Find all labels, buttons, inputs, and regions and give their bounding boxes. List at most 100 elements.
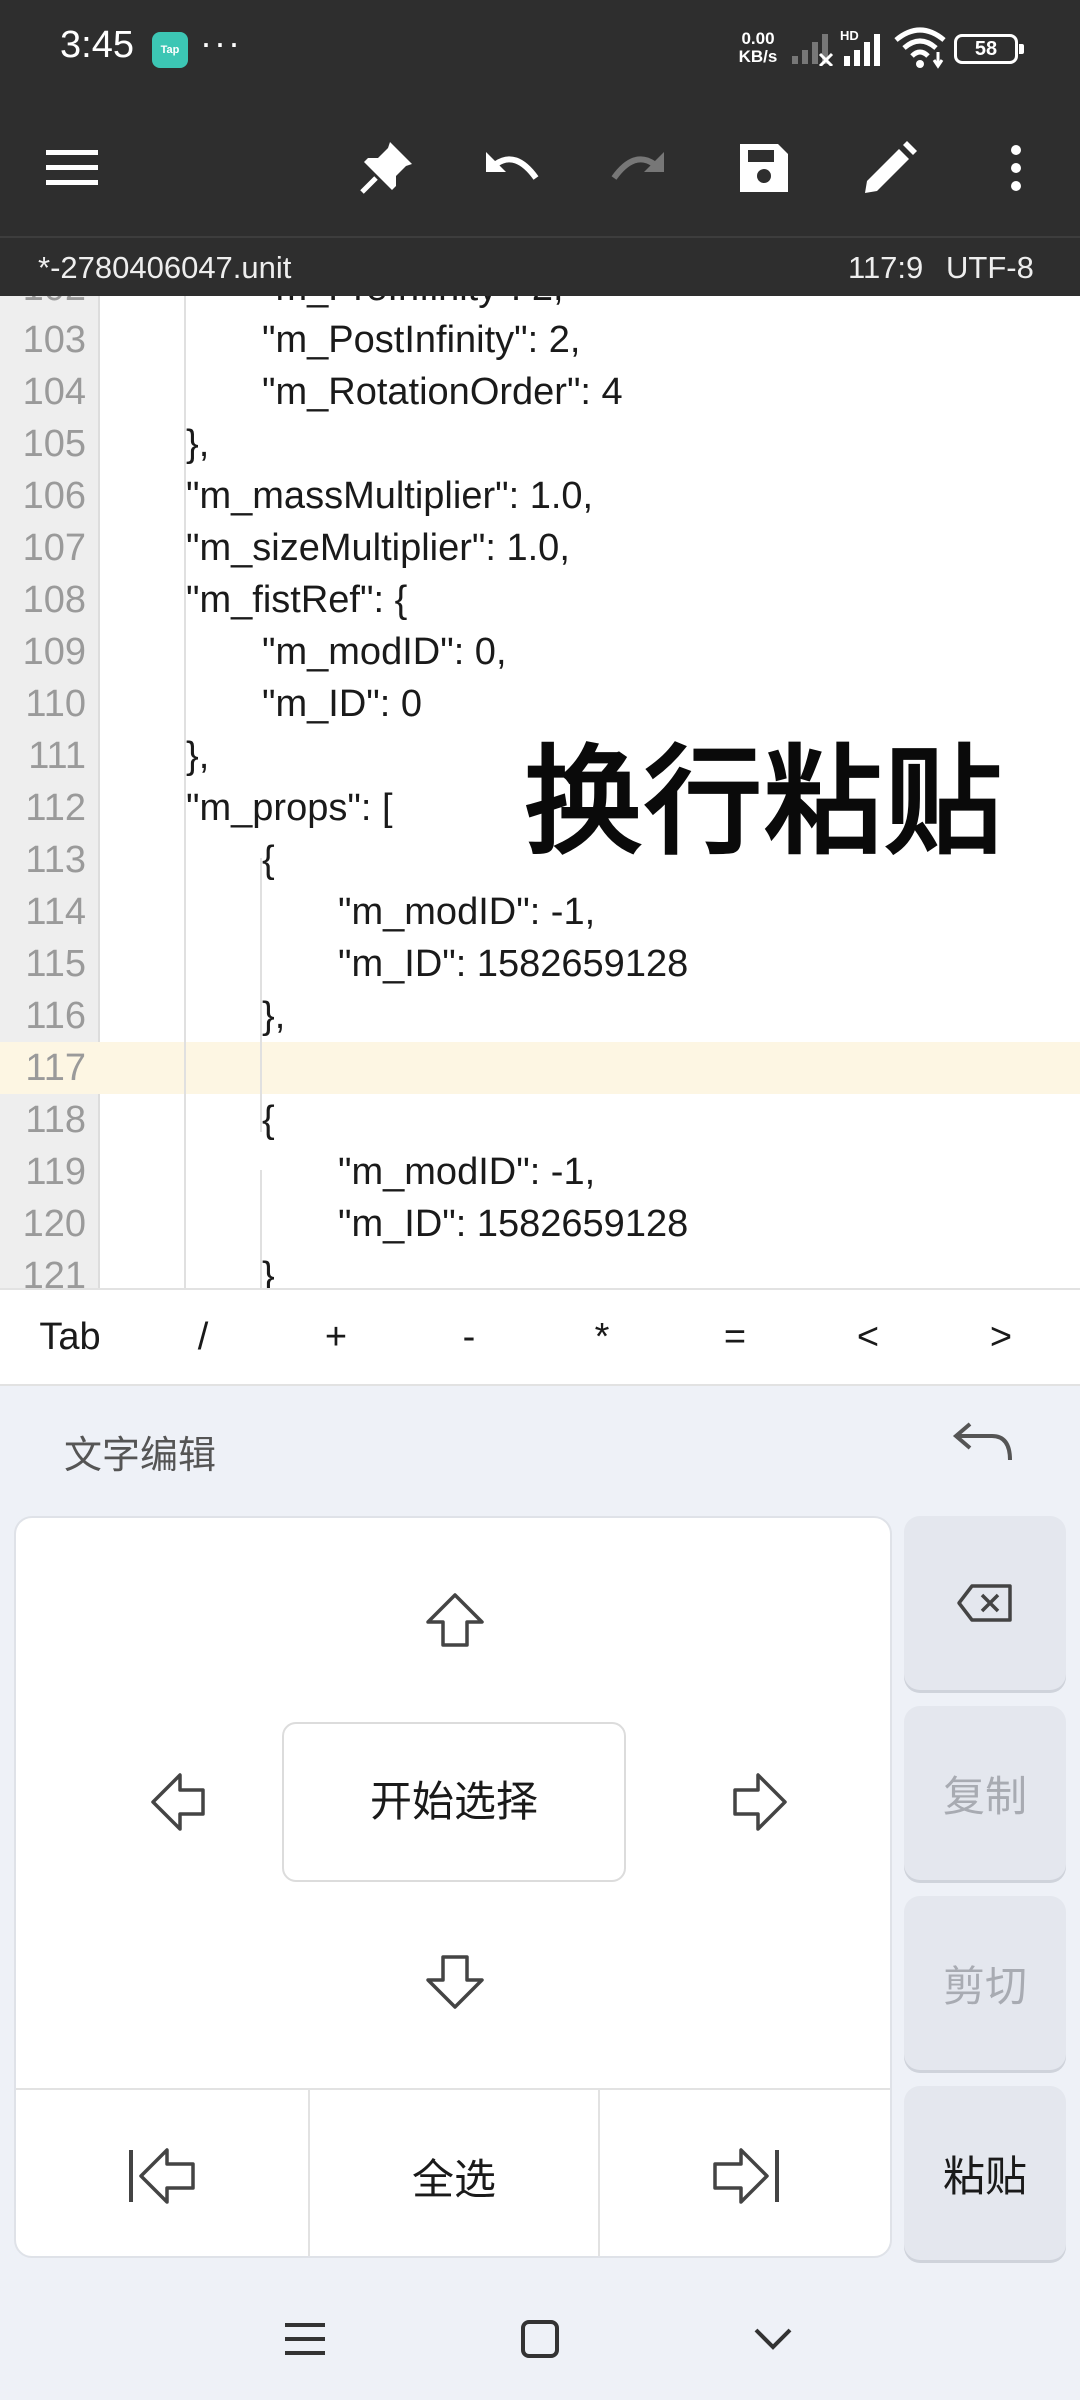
pin-button[interactable]	[346, 128, 426, 208]
menu-icon	[46, 150, 98, 185]
line-code: "m_props": [	[186, 787, 393, 829]
line-code: "m_fistRef": {	[186, 579, 408, 621]
status-bar: 3:45 Tap ··· 0.00 KB/s HD 58	[0, 0, 1080, 100]
line-code: "m_modID": -1,	[338, 1151, 596, 1193]
menu-button[interactable]	[32, 128, 112, 208]
cursor-left-button[interactable]	[128, 1762, 228, 1842]
arrow-right-icon	[733, 1773, 787, 1831]
line-number: 103	[22, 319, 86, 361]
home-square-icon	[521, 2320, 559, 2358]
more-options-button[interactable]	[976, 128, 1056, 208]
cursor-pad: 开始选择 全选	[14, 1516, 892, 2258]
arrow-left-icon	[151, 1773, 205, 1831]
symbol-key[interactable]: <	[801, 1290, 935, 1384]
tap-app-icon: Tap	[152, 32, 188, 68]
line-number: 113	[25, 839, 86, 881]
symbol-key[interactable]: /	[136, 1290, 270, 1384]
line-number: 115	[25, 943, 86, 985]
symbol-key[interactable]: -	[402, 1290, 536, 1384]
line-code: "m_sizeMultiplier": 1.0,	[186, 527, 570, 569]
line-number: 114	[25, 891, 86, 933]
code-line[interactable]: 102 "m_PreInfinity": 2,	[0, 296, 1080, 314]
navigation-bar	[0, 2276, 1080, 2400]
code-line[interactable]: 103 "m_PostInfinity": 2,	[0, 314, 1080, 366]
cursor-down-button[interactable]	[405, 1942, 505, 2022]
line-code: "m_modID": 0,	[262, 631, 507, 673]
recents-menu-icon	[285, 2323, 325, 2355]
undo-icon	[486, 152, 539, 180]
code-line[interactable]: 109 "m_modID": 0,	[0, 626, 1080, 678]
code-line[interactable]: 104 "m_RotationOrder": 4	[0, 366, 1080, 418]
redo-button[interactable]	[598, 128, 678, 208]
save-button[interactable]	[724, 128, 804, 208]
line-number: 107	[22, 527, 86, 569]
editor-toolbar	[0, 100, 1080, 236]
arrow-to-line-end-icon	[713, 2148, 779, 2204]
line-code: },	[186, 423, 210, 465]
copy-button[interactable]: 复制	[904, 1706, 1066, 1880]
line-code: "m_PreInfinity": 2,	[262, 296, 564, 314]
line-number: 117	[25, 1047, 86, 1089]
code-editor[interactable]: 102 "m_PreInfinity": 2, 103 "m_PostInfinity…	[0, 296, 1080, 1288]
file-encoding[interactable]: UTF-8	[946, 250, 1034, 286]
signal-sim1-icon	[792, 34, 834, 66]
paste-button[interactable]: 粘贴	[904, 2086, 1066, 2260]
symbol-key[interactable]: =	[668, 1290, 802, 1384]
symbol-key[interactable]: Tab	[3, 1290, 137, 1384]
line-number: 116	[25, 995, 86, 1037]
recents-button[interactable]	[270, 2304, 340, 2374]
panel-title: 文字编辑	[64, 1433, 217, 1477]
network-speed-unit: KB/s	[738, 47, 778, 66]
symbol-key[interactable]: >	[934, 1290, 1068, 1384]
cursor-right-button[interactable]	[710, 1762, 810, 1842]
code-line[interactable]: 108 "m_fistRef": {	[0, 574, 1080, 626]
cut-button[interactable]: 剪切	[904, 1896, 1066, 2070]
indent-guide	[184, 296, 186, 1288]
indent-guide	[260, 1170, 262, 1288]
line-start-button[interactable]	[16, 2090, 308, 2256]
cursor-up-button[interactable]	[405, 1580, 505, 1660]
line-number: 106	[22, 475, 86, 517]
start-select-button[interactable]: 开始选择	[282, 1722, 626, 1882]
line-code: "m_ID": 1582659128	[338, 1203, 689, 1245]
line-number: 112	[25, 787, 86, 829]
hide-keyboard-button[interactable]	[738, 2304, 808, 2374]
pad-bottom-row: 全选	[16, 2088, 890, 2256]
home-button[interactable]	[505, 2304, 575, 2374]
code-line[interactable]: 115 "m_ID": 1582659128	[0, 938, 1080, 990]
code-line[interactable]: 107 "m_sizeMultiplier": 1.0,	[0, 522, 1080, 574]
code-line[interactable]: 117	[0, 1042, 1080, 1094]
code-line[interactable]: 106 "m_massMultiplier": 1.0,	[0, 470, 1080, 522]
arrow-to-line-start-icon	[129, 2148, 195, 2204]
code-line[interactable]: 116},	[0, 990, 1080, 1042]
line-number: 110	[25, 683, 86, 725]
line-code: "m_RotationOrder": 4	[262, 371, 623, 413]
line-number: 118	[25, 1099, 86, 1141]
code-line[interactable]: 114 "m_modID": -1,	[0, 886, 1080, 938]
line-number: 119	[25, 1151, 86, 1193]
code-line[interactable]: 121}	[0, 1250, 1080, 1288]
code-line[interactable]: 120 "m_ID": 1582659128	[0, 1198, 1080, 1250]
line-code: "m_PostInfinity": 2,	[262, 319, 581, 361]
arrow-up-icon	[426, 1593, 484, 1647]
line-code: },	[262, 995, 286, 1037]
line-code: {	[262, 1099, 275, 1141]
cursor-position: 117:9	[848, 250, 924, 285]
undo-button[interactable]	[472, 128, 552, 208]
line-end-button[interactable]	[600, 2090, 890, 2256]
file-info-bar: *-2780406047.unit 117:9 UTF-8	[0, 236, 1080, 296]
screen: 3:45 Tap ··· 0.00 KB/s HD 58 *-278040604…	[0, 0, 1080, 2400]
code-line[interactable]: 118 {	[0, 1094, 1080, 1146]
line-code: {	[262, 839, 275, 881]
arrow-down-icon	[426, 1955, 484, 2009]
symbol-key[interactable]: *	[535, 1290, 669, 1384]
code-line[interactable]: 105},	[0, 418, 1080, 470]
symbol-key[interactable]: +	[269, 1290, 403, 1384]
code-line[interactable]: 119 "m_modID": -1,	[0, 1146, 1080, 1198]
panel-back-button[interactable]	[952, 1420, 1016, 1469]
redo-icon	[611, 152, 664, 180]
edit-button[interactable]	[850, 128, 930, 208]
text-edit-panel: 文字编辑 开始选择 全选 复制 剪切 粘贴	[0, 1386, 1080, 2276]
select-all-button[interactable]: 全选	[308, 2090, 600, 2256]
backspace-button[interactable]	[904, 1516, 1066, 1690]
